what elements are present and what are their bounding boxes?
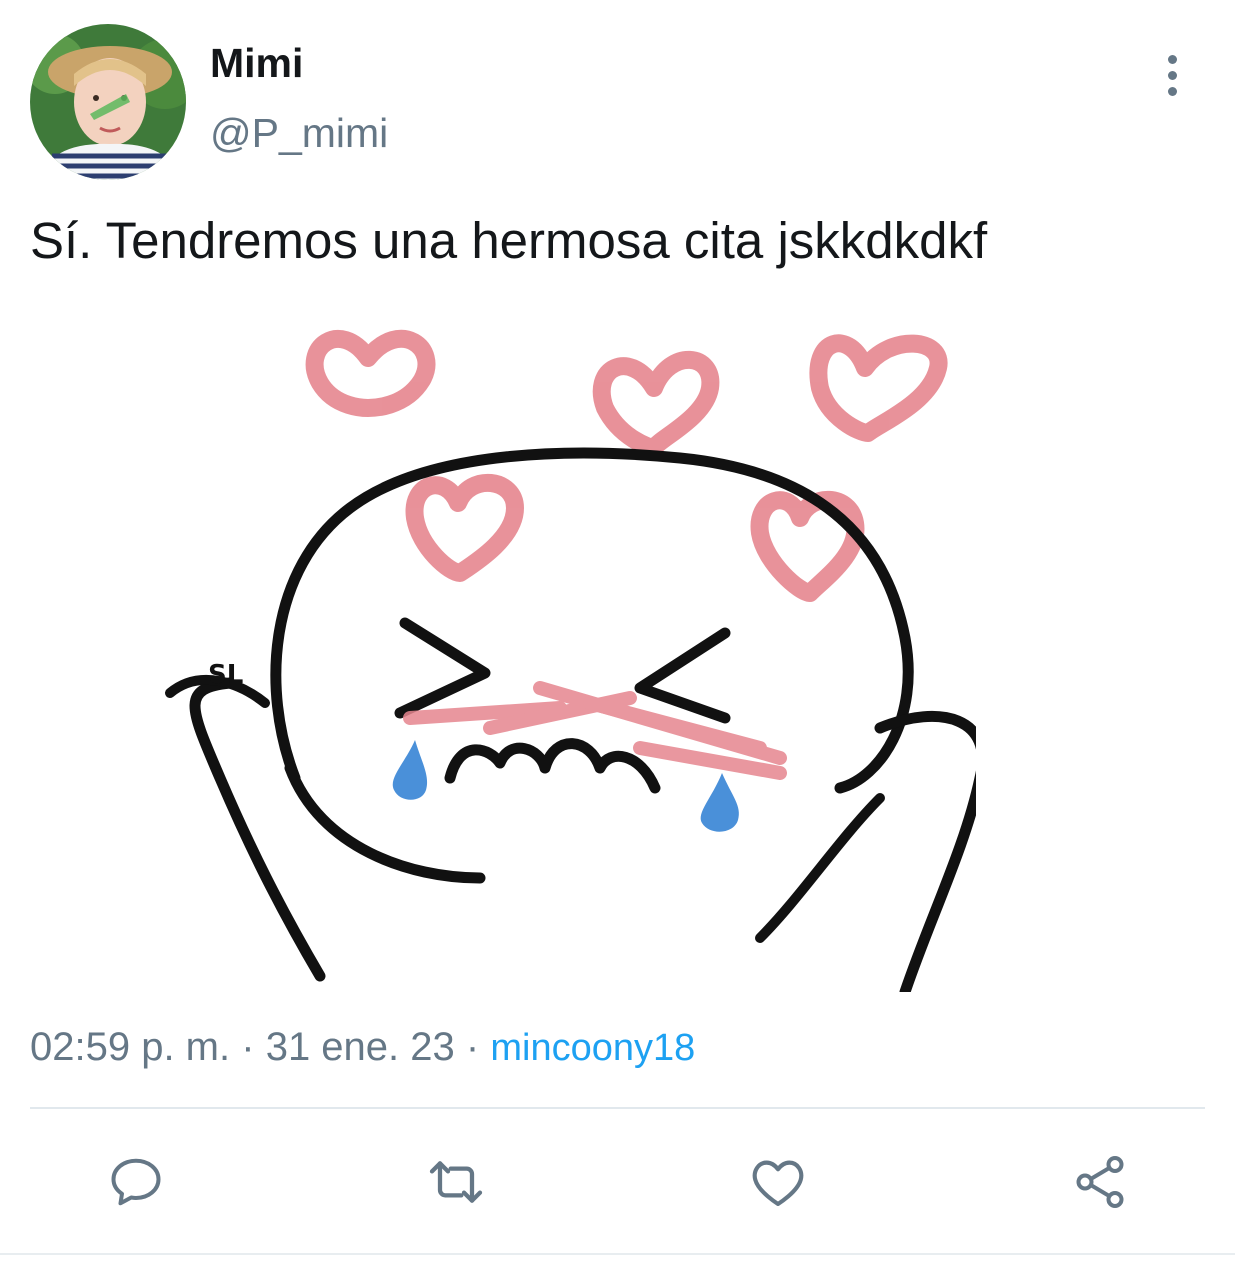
share-icon (1076, 1156, 1124, 1208)
more-vertical-icon-dot (1167, 70, 1177, 80)
heart-icon (752, 1160, 804, 1207)
more-options-button[interactable] (1150, 50, 1194, 100)
display-name[interactable]: Mimi (210, 38, 303, 88)
tweet-time: 02:59 p. m. (30, 1025, 231, 1069)
tweet-date: 31 ene. 23 (265, 1025, 455, 1069)
share-button[interactable] (1068, 1150, 1132, 1214)
artist-signature: SL (208, 660, 243, 690)
avatar[interactable] (30, 24, 186, 180)
profile-photo (30, 24, 186, 180)
more-vertical-icon-dot (1167, 86, 1177, 96)
tweet-text: Sí. Tendremos una hermosa cita jskkdkdkf (30, 212, 988, 269)
meta-separator: · (465, 1025, 480, 1069)
bottom-divider (0, 1253, 1235, 1255)
reply-button[interactable] (104, 1150, 168, 1214)
comment-icon (111, 1158, 161, 1206)
more-vertical-icon (1167, 54, 1177, 64)
tweet-source-link[interactable]: mincoony18 (490, 1027, 695, 1069)
user-handle[interactable]: @P_mimi (210, 108, 388, 158)
like-button[interactable] (746, 1150, 810, 1214)
tweet-meta: 02:59 p. m. · 31 ene. 23 · mincoony18 (30, 1022, 695, 1073)
divider (30, 1107, 1205, 1109)
meme-illustration: SL (160, 308, 988, 998)
retweet-icon (429, 1161, 483, 1203)
meta-separator: · (241, 1025, 255, 1069)
tweet-media-image[interactable]: SL (160, 308, 988, 998)
retweet-button[interactable] (424, 1150, 488, 1214)
